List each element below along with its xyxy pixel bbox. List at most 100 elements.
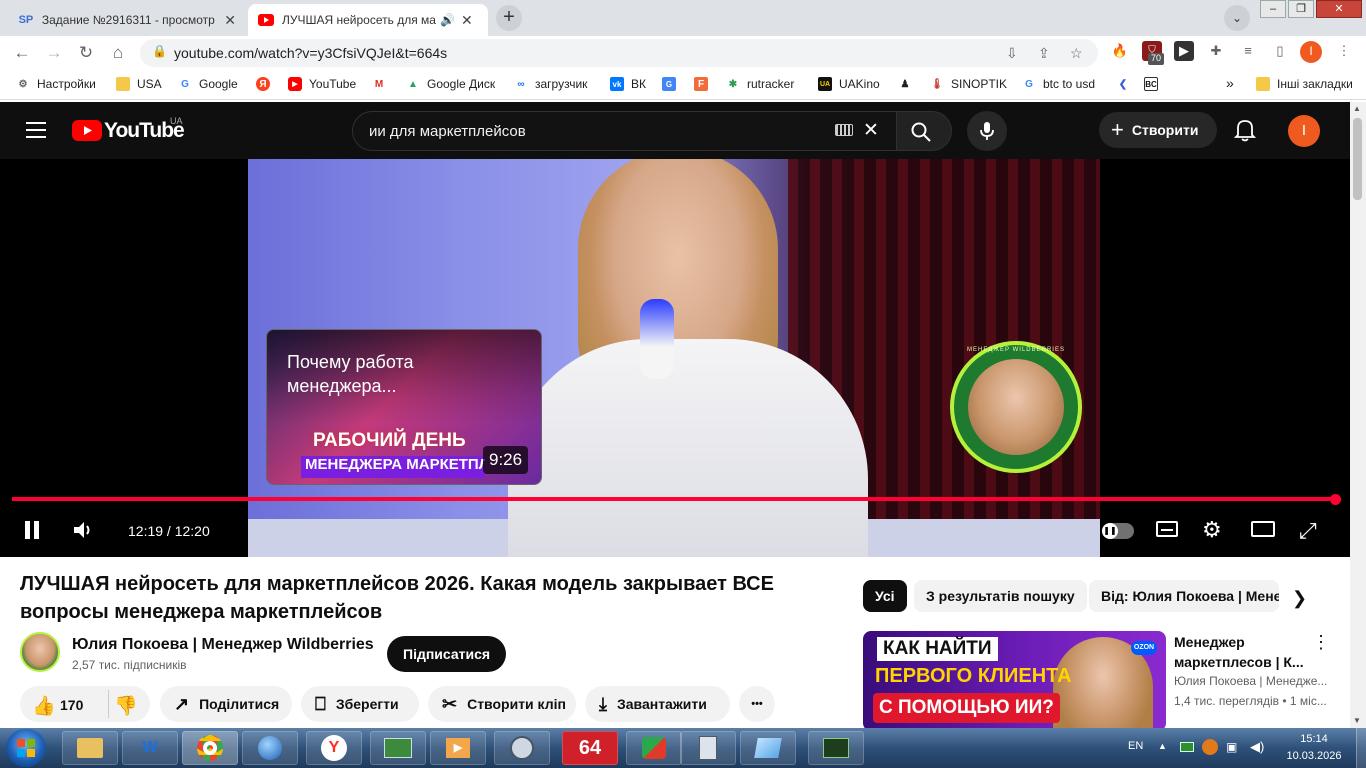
keyboard-icon[interactable] (835, 124, 853, 136)
arrow-extension-icon[interactable]: ▶ (1174, 41, 1194, 61)
media-queue-icon[interactable]: ≡ (1238, 41, 1258, 61)
clock-app-taskbar-icon[interactable] (494, 731, 550, 765)
account-avatar[interactable]: I (1288, 115, 1320, 147)
youtube-logo-icon[interactable] (72, 120, 102, 141)
dislike-icon[interactable]: 👎 (114, 694, 138, 718)
subscribe-button[interactable]: Підписатися (387, 636, 507, 672)
chip-search-results[interactable]: З результатів пошуку (914, 580, 1087, 612)
task-manager-taskbar-icon[interactable] (808, 731, 864, 765)
share-button[interactable]: ↗ Поділитися (160, 686, 292, 722)
pause-icon[interactable] (24, 521, 40, 539)
side-panel-icon[interactable]: ▯ (1270, 41, 1290, 61)
scroll-down-icon[interactable]: ▼ (1353, 716, 1361, 725)
home-icon[interactable]: ⌂ (106, 42, 130, 64)
chip-all[interactable]: Усі (863, 580, 907, 612)
money-app-taskbar-icon[interactable] (370, 731, 426, 765)
minimize-button[interactable]: – (1260, 0, 1286, 18)
notifications-bell-icon[interactable] (1233, 118, 1257, 148)
settings-gear-icon[interactable]: ⚙ (1202, 517, 1222, 543)
like-count[interactable]: 170 (60, 697, 83, 713)
save-button[interactable]: ⎕ Зберегти (301, 686, 419, 722)
voice-search-button[interactable] (967, 111, 1007, 151)
bookmark-settings[interactable]: ⚙ Настройки (16, 77, 96, 91)
new-tab-button[interactable]: + (496, 5, 522, 31)
tab-search-chevron-icon[interactable]: ⌄ (1224, 5, 1250, 31)
volume-icon[interactable] (72, 519, 94, 546)
bookmark-star-icon[interactable]: ☆ (1070, 45, 1083, 62)
reload-icon[interactable]: ↻ (74, 42, 98, 64)
bookmark-usa[interactable]: USA (116, 77, 162, 91)
bookmark-rutracker[interactable]: ✱ rutracker (726, 77, 795, 91)
forward-icon[interactable]: → (42, 42, 66, 64)
media-player-taskbar-icon[interactable]: ▶ (430, 731, 486, 765)
profile-avatar[interactable]: I (1300, 41, 1322, 63)
channel-name[interactable]: Юлия Покоева | Менеджер Wildberries (72, 636, 374, 654)
bookmark-sinoptik[interactable]: 🌡 SINOPTIK (930, 77, 1007, 91)
scrollbar-thumb[interactable] (1353, 118, 1362, 200)
search-input[interactable]: ии для маркетплейсов (369, 123, 526, 140)
video-player[interactable]: Почему работа менеджера... РАБОЧИЙ ДЕНЬ … (0, 159, 1350, 557)
download-button[interactable]: ⤓ Завантажити (585, 686, 730, 722)
globe-taskbar-icon[interactable] (242, 731, 298, 765)
tray-orange-icon[interactable] (1202, 739, 1218, 755)
like-icon[interactable]: 👍 (32, 694, 56, 718)
address-bar[interactable]: 🔒 youtube.com/watch?v=y3CfsiVQJeI&t=664s… (140, 39, 1098, 67)
menu-kebab-icon[interactable]: ⋮ (1334, 41, 1354, 61)
back-icon[interactable]: ← (10, 42, 34, 64)
hamburger-menu-icon[interactable] (26, 122, 46, 138)
tab-youtube[interactable]: ЛУЧШАЯ нейросеть для ма 🔊 ✕ (248, 4, 488, 36)
bookmark-bc[interactable]: BC (1144, 77, 1165, 91)
calculator-taskbar-icon[interactable] (680, 731, 736, 765)
progress-track[interactable] (12, 497, 1336, 501)
show-desktop-button[interactable] (1356, 728, 1366, 768)
more-actions-button[interactable]: ••• (739, 686, 775, 722)
bookmark-gmail[interactable]: M (372, 77, 393, 91)
other-bookmarks[interactable]: Інші закладки (1256, 77, 1353, 91)
recommended-menu-icon[interactable]: ⋮ (1312, 632, 1330, 653)
bookmark-f[interactable]: F (694, 77, 715, 91)
tray-app-icon[interactable] (1180, 742, 1194, 752)
close-tab-icon[interactable]: ✕ (224, 12, 236, 29)
create-button[interactable]: + Створити (1099, 112, 1217, 148)
subtitles-icon[interactable] (1156, 521, 1178, 537)
progress-scrubber[interactable] (1330, 494, 1341, 505)
fullscreen-icon[interactable]: ⤢ (1299, 518, 1317, 544)
create-clip-button[interactable]: ✂ Створити кліп (428, 686, 576, 722)
language-indicator[interactable]: EN (1128, 740, 1143, 752)
endscreen-video-card[interactable]: Почему работа менеджера... РАБОЧИЙ ДЕНЬ … (266, 329, 542, 485)
speaker-icon[interactable]: 🔊 (440, 13, 455, 27)
close-window-button[interactable]: ✕ (1316, 0, 1362, 18)
chrome-taskbar-icon[interactable] (182, 731, 238, 765)
theater-mode-icon[interactable] (1251, 521, 1275, 537)
bookmark-person[interactable]: ♟ (898, 77, 919, 91)
chip-from-channel[interactable]: Від: Юлия Покоева | Менеджер Wildberries (1089, 580, 1279, 612)
tab-zadanie[interactable]: SP Задание №2916311 - просмотр ✕ (8, 4, 246, 36)
search-box[interactable]: ии для маркетплейсов ✕ (352, 111, 898, 151)
search-button[interactable] (896, 111, 952, 151)
install-icon[interactable]: ⇩ (1006, 45, 1018, 62)
recommended-thumbnail[interactable]: КАК НАЙТИ ПЕРВОГО КЛИЕНТА С ПОМОЩЬЮ ИИ? … (863, 631, 1166, 728)
bookmark-btc[interactable]: Gbtc to usd (1022, 77, 1095, 91)
recommended-channel[interactable]: Юлия Покоева | Менедже... (1174, 674, 1334, 688)
wise-taskbar-icon[interactable]: W (122, 731, 178, 765)
bookmarks-overflow[interactable]: » (1226, 75, 1234, 91)
share-icon[interactable]: ⇪ (1038, 45, 1050, 62)
fire-extension-icon[interactable]: 🔥 (1110, 41, 1130, 61)
explorer-taskbar-icon[interactable] (62, 731, 118, 765)
lock-icon[interactable]: 🔒 (152, 44, 167, 58)
yandex-taskbar-icon[interactable]: Y (306, 731, 362, 765)
autoplay-toggle[interactable]: ❚❚ (1102, 523, 1134, 539)
clear-search-icon[interactable]: ✕ (863, 119, 879, 142)
bookmark-vk[interactable]: vk ВК (610, 77, 646, 91)
channel-avatar[interactable] (20, 632, 60, 672)
tray-date[interactable]: 10.03.2026 (1282, 750, 1346, 762)
tray-network-icon[interactable]: ▣ (1226, 740, 1237, 754)
start-button[interactable] (6, 729, 46, 767)
bookmark-arrow[interactable]: ❮ (1116, 77, 1137, 91)
scroll-up-icon[interactable]: ▲ (1353, 104, 1361, 113)
notepad-taskbar-icon[interactable] (740, 731, 796, 765)
tray-volume-icon[interactable]: ◀) (1250, 739, 1264, 755)
recommended-title[interactable]: Менеджер маркетплесов | К... (1174, 632, 1310, 672)
bookmark-google-drive[interactable]: ▲ Google Диск (406, 77, 495, 91)
green-red-taskbar-icon[interactable] (626, 731, 682, 765)
